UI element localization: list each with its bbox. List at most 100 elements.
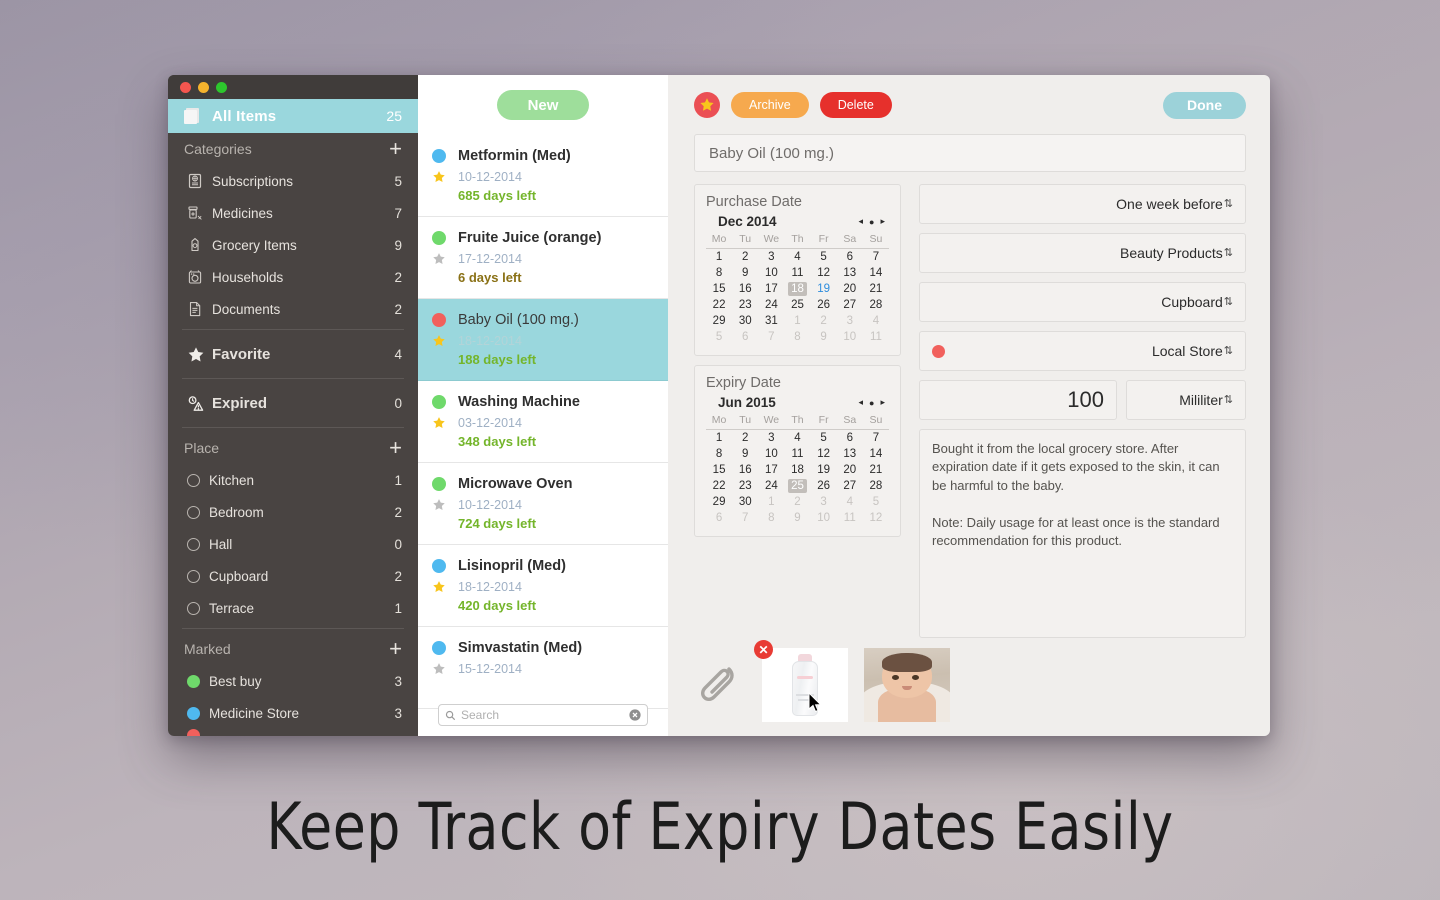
calendar-day[interactable]: 7 [758, 329, 784, 345]
calendar-day[interactable]: 22 [706, 297, 732, 313]
calendar-day[interactable]: 28 [863, 297, 889, 313]
star-icon[interactable] [432, 498, 446, 512]
calendar-day[interactable]: 19 [811, 462, 837, 478]
new-button[interactable]: New [497, 90, 589, 120]
calendar-day[interactable]: 27 [837, 478, 863, 494]
sidebar-item-best-buy[interactable]: Best buy 3 [168, 665, 418, 697]
notes-textarea[interactable]: Bought it from the local grocery store. … [919, 429, 1246, 638]
calendar-day[interactable]: 12 [863, 510, 889, 526]
star-icon[interactable] [432, 170, 446, 184]
clear-icon[interactable] [629, 709, 641, 721]
calendar-day[interactable]: 30 [732, 494, 758, 510]
calendar-day[interactable]: 18 [784, 462, 810, 478]
calendar-day[interactable]: 11 [784, 265, 810, 281]
next-month-icon[interactable]: ▸ [880, 397, 885, 408]
next-month-icon[interactable]: ▸ [880, 216, 885, 227]
calendar-day[interactable]: 10 [811, 510, 837, 526]
calendar-day[interactable]: 5 [863, 494, 889, 510]
quantity-input[interactable]: 100 [919, 380, 1117, 420]
calendar-day[interactable]: 2 [732, 249, 758, 266]
calendar-day[interactable]: 22 [706, 478, 732, 494]
calendar-day[interactable]: 28 [863, 478, 889, 494]
calendar-day[interactable]: 4 [784, 249, 810, 266]
calendar-day[interactable]: 6 [706, 510, 732, 526]
calendar-day[interactable]: 9 [732, 446, 758, 462]
calendar-day[interactable]: 5 [811, 249, 837, 266]
calendar-day[interactable]: 17 [758, 462, 784, 478]
list-item[interactable]: Fruite Juice (orange) 17-12-2014 6 days … [418, 217, 668, 299]
sidebar-item-bedroom[interactable]: Bedroom 2 [168, 496, 418, 528]
calendar-day[interactable]: 5 [706, 329, 732, 345]
star-icon[interactable] [432, 580, 446, 594]
mark-select[interactable]: Local Store ⇅ [919, 331, 1246, 371]
list-item[interactable]: Microwave Oven 10-12-2014 724 days left [418, 463, 668, 545]
prev-month-icon[interactable]: ◂ [859, 216, 864, 227]
close-button[interactable] [180, 81, 191, 93]
unit-select[interactable]: Mililiter ⇅ [1126, 380, 1246, 420]
calendar-day[interactable]: 1 [706, 430, 732, 447]
calendar-day[interactable]: 3 [758, 430, 784, 447]
sidebar-item-medicine-store[interactable]: Medicine Store 3 [168, 697, 418, 729]
calendar-day[interactable]: 14 [863, 265, 889, 281]
sidebar-item-grocery-items[interactable]: Grocery Items 9 [168, 229, 418, 261]
calendar-day[interactable]: 4 [784, 430, 810, 447]
add-mark-button[interactable]: + [389, 638, 402, 660]
calendar-grid[interactable]: Mo Tu We Th Fr Sa Su 1 2 3 4 5 6 7 8 9 10 11 12 13 14 15 16 17… [706, 413, 889, 526]
calendar-day[interactable]: 26 [811, 478, 837, 494]
sidebar-item-all-items[interactable]: All Items 25 [168, 99, 418, 133]
calendar-day[interactable]: 25 [784, 478, 810, 494]
category-select[interactable]: Beauty Products ⇅ [919, 233, 1246, 273]
attachment-thumbnail[interactable]: ✕ [754, 640, 848, 722]
sidebar-item-terrace[interactable]: Terrace 1 [168, 592, 418, 624]
calendar-day[interactable]: 8 [758, 510, 784, 526]
calendar-day[interactable]: 16 [732, 281, 758, 297]
calendar-day[interactable]: 27 [837, 297, 863, 313]
calendar-day[interactable]: 12 [811, 446, 837, 462]
delete-button[interactable]: Delete [819, 92, 892, 118]
item-title-input[interactable]: Baby Oil (100 mg.) [694, 134, 1246, 172]
archive-button[interactable]: Archive [731, 92, 809, 118]
calendar-day[interactable]: 15 [706, 281, 732, 297]
calendar-day[interactable]: 3 [837, 313, 863, 329]
calendar-day[interactable]: 25 [784, 297, 810, 313]
sidebar-item-subscriptions[interactable]: Subscriptions 5 [168, 165, 418, 197]
attachment-thumbnail[interactable] [864, 648, 950, 722]
maximize-button[interactable] [216, 81, 227, 93]
calendar-day[interactable]: 6 [837, 249, 863, 266]
calendar-day[interactable]: 13 [837, 265, 863, 281]
calendar-grid[interactable]: Mo Tu We Th Fr Sa Su 1 2 3 4 5 6 7 8 9 10 11 12 13 14 15 16 17… [706, 232, 889, 345]
calendar-day[interactable]: 9 [732, 265, 758, 281]
add-place-button[interactable]: + [389, 437, 402, 459]
add-category-button[interactable]: + [389, 138, 402, 160]
calendar-day[interactable]: 29 [706, 313, 732, 329]
calendar-day[interactable]: 23 [732, 478, 758, 494]
calendar-day[interactable]: 4 [863, 313, 889, 329]
calendar-day[interactable]: 10 [758, 265, 784, 281]
sidebar-item-favorite[interactable]: Favorite 4 [168, 334, 418, 374]
list-item[interactable]: Washing Machine 03-12-2014 348 days left [418, 381, 668, 463]
sidebar-item-households[interactable]: Households 2 [168, 261, 418, 293]
calendar-day[interactable]: 16 [732, 462, 758, 478]
paperclip-icon[interactable] [694, 660, 746, 710]
expiry-date-calendar[interactable]: Expiry Date Jun 2015 ◂ ● ▸ Mo Tu We Th Fr Sa S… [694, 365, 901, 537]
calendar-day[interactable]: 26 [811, 297, 837, 313]
purchase-date-calendar[interactable]: Purchase Date Dec 2014 ◂ ● ▸ Mo Tu We Th Fr S… [694, 184, 901, 356]
star-icon[interactable] [432, 252, 446, 266]
calendar-day[interactable]: 18 [784, 281, 810, 297]
calendar-day[interactable]: 31 [758, 313, 784, 329]
calendar-day[interactable]: 8 [706, 446, 732, 462]
calendar-day[interactable]: 5 [811, 430, 837, 447]
calendar-day[interactable]: 7 [732, 510, 758, 526]
star-icon[interactable] [432, 416, 446, 430]
calendar-day[interactable]: 7 [863, 249, 889, 266]
calendar-day[interactable]: 12 [811, 265, 837, 281]
calendar-day[interactable]: 2 [732, 430, 758, 447]
calendar-day[interactable]: 23 [732, 297, 758, 313]
sidebar-item-medicines[interactable]: Medicines 7 [168, 197, 418, 229]
calendar-day[interactable]: 24 [758, 478, 784, 494]
calendar-day[interactable]: 17 [758, 281, 784, 297]
calendar-day[interactable]: 1 [706, 249, 732, 266]
search-input[interactable]: Search [438, 704, 648, 726]
calendar-day[interactable]: 8 [706, 265, 732, 281]
calendar-day[interactable]: 29 [706, 494, 732, 510]
